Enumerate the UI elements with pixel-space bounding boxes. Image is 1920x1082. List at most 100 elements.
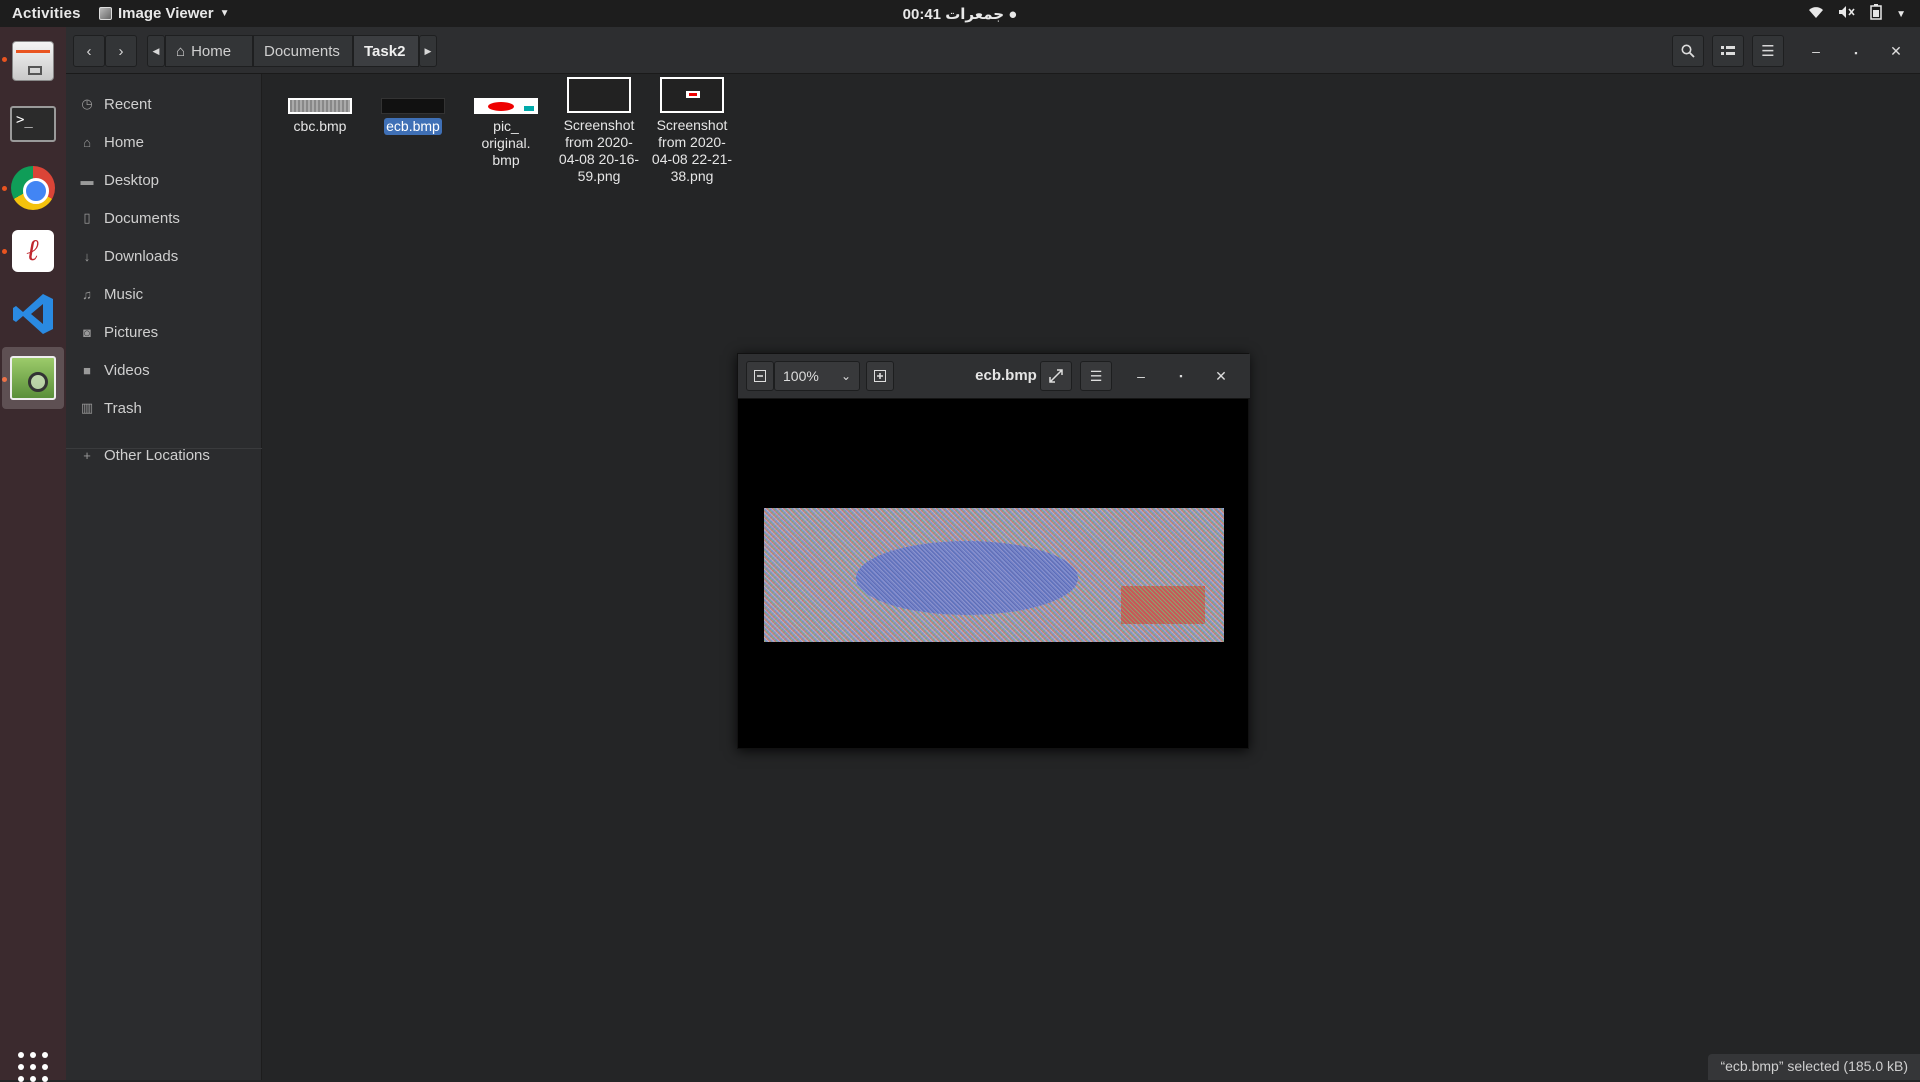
file-name: ecb.bmp: [384, 118, 442, 135]
file-thumbnail: [474, 98, 538, 114]
forward-button[interactable]: ›: [105, 35, 137, 67]
sidebar-item-label: Other Locations: [104, 446, 210, 464]
dock-text-editor[interactable]: ℓ: [2, 220, 64, 282]
breadcrumb-documents-label: Documents: [264, 42, 340, 60]
sidebar-item-desktop[interactable]: ▬ Desktop: [66, 164, 262, 196]
sidebar-item-label: Documents: [104, 209, 180, 227]
vscode-icon: [13, 294, 53, 334]
dock-terminal[interactable]: >_: [2, 93, 64, 155]
dock-chrome[interactable]: [2, 157, 64, 219]
sidebar-item-label: Trash: [104, 399, 142, 417]
file-item-pic-original[interactable]: pic_ original. bmp: [461, 92, 551, 169]
search-button[interactable]: [1672, 35, 1704, 67]
hamburger-icon: ☰: [1089, 367, 1103, 384]
sidebar-item-pictures[interactable]: ◙ Pictures: [66, 316, 262, 348]
file-name: Screenshot from 2020- 04-08 22-21- 38.pn…: [651, 117, 733, 184]
file-item-screenshot-1[interactable]: Screenshot from 2020- 04-08 20-16- 59.pn…: [554, 77, 644, 185]
plus-icon: +: [83, 447, 91, 463]
sidebar-item-music[interactable]: ♫ Music: [66, 278, 262, 310]
file-item-cbc[interactable]: cbc.bmp: [275, 92, 365, 135]
zoom-level-dropdown[interactable]: 100% ⌄: [774, 361, 860, 391]
dock: >_ ℓ: [0, 27, 66, 1082]
close-icon: ✕: [1215, 367, 1227, 384]
battery-icon: [1870, 4, 1882, 24]
document-icon: ▯: [83, 210, 91, 225]
chrome-icon: [11, 166, 55, 210]
top-panel: Activities Image Viewer ▼ 00:41 جمعرات ●…: [0, 0, 1920, 27]
sidebar-item-documents[interactable]: ▯ Documents: [66, 202, 262, 234]
sidebar-item-label: Music: [104, 285, 144, 303]
list-view-icon: [1721, 46, 1735, 55]
breadcrumb-documents[interactable]: Documents: [253, 35, 353, 67]
breadcrumb-right-button[interactable]: ▶: [419, 35, 437, 67]
sidebar-item-videos[interactable]: ■ Videos: [66, 354, 262, 386]
sidebar-item-recent[interactable]: ◷ Recent: [66, 88, 262, 120]
show-applications-grid-icon[interactable]: [18, 1052, 48, 1082]
maximize-icon: ▪: [1854, 48, 1858, 58]
home-icon: ⌂: [176, 42, 186, 60]
minimize-icon: –: [1137, 368, 1145, 384]
dock-files[interactable]: [2, 30, 64, 92]
breadcrumb-task2-label: Task2: [364, 42, 406, 60]
camera-icon: ◙: [83, 324, 91, 340]
zoom-in-button[interactable]: [866, 361, 894, 391]
breadcrumb-left-button[interactable]: ◀: [147, 35, 165, 67]
sidebar-item-label: Recent: [104, 95, 152, 113]
download-icon: ↓: [83, 248, 91, 264]
minimize-icon: –: [1812, 43, 1820, 59]
ecb-image-rectangle-pattern: [1121, 586, 1205, 624]
sidebar-item-label: Videos: [104, 361, 150, 379]
system-tray[interactable]: ▼: [1808, 4, 1906, 24]
close-button[interactable]: ✕: [1886, 41, 1906, 61]
file-name: pic_ original. bmp: [481, 118, 531, 168]
clock[interactable]: 00:41 جمعرات ●: [0, 5, 1920, 23]
back-button[interactable]: ‹: [73, 35, 105, 67]
breadcrumb-task2[interactable]: Task2: [353, 35, 419, 67]
viewer-maximize-button[interactable]: ▪: [1170, 361, 1192, 391]
file-thumbnail: [660, 77, 724, 113]
volume-icon: [1838, 5, 1856, 23]
minimize-button[interactable]: –: [1806, 41, 1826, 61]
viewer-minimize-button[interactable]: –: [1130, 361, 1152, 391]
sidebar-item-downloads[interactable]: ↓ Downloads: [66, 240, 262, 272]
image-viewer-icon: [10, 356, 56, 400]
file-item-ecb[interactable]: ecb.bmp: [368, 92, 458, 135]
music-icon: ♫: [82, 286, 92, 302]
wifi-icon: [1808, 5, 1824, 23]
viewer-close-button[interactable]: ✕: [1210, 361, 1232, 391]
sidebar-item-home[interactable]: ⌂ Home: [66, 126, 262, 158]
close-icon: ✕: [1890, 43, 1902, 59]
dock-vscode[interactable]: [2, 283, 64, 345]
ecb-image-ellipse-pattern: [856, 541, 1078, 615]
sidebar-item-label: Downloads: [104, 247, 179, 265]
selection-status: “ecb.bmp” selected (185.0 kB): [1708, 1054, 1920, 1080]
places-sidebar: ◷ Recent ⌂ Home ▬ Desktop ▯ Documents ↓ …: [66, 74, 262, 1080]
breadcrumb-home[interactable]: ⌂ Home: [165, 35, 253, 67]
sidebar-item-other-locations[interactable]: + Other Locations: [66, 439, 262, 471]
image-canvas[interactable]: [738, 400, 1248, 748]
image-viewer-headerbar: 100% ⌄ ecb.bmp ☰ – ▪ ✕: [738, 354, 1250, 399]
maximize-icon: ▪: [1179, 371, 1183, 381]
chevron-down-icon: ⌄: [840, 369, 851, 383]
file-manager-headerbar: ‹ › ◀ ⌂ Home Documents Task2 ▶ ☰ – ▪ ✕: [66, 27, 1920, 74]
file-thumbnail: [567, 77, 631, 113]
sidebar-item-trash[interactable]: ▥ Trash: [66, 392, 262, 424]
clock-icon: ◷: [81, 96, 93, 111]
menu-button[interactable]: ☰: [1752, 35, 1784, 67]
fullscreen-button[interactable]: [1040, 361, 1072, 391]
file-name: Screenshot from 2020- 04-08 20-16- 59.pn…: [558, 117, 640, 184]
text-editor-icon: ℓ: [12, 230, 54, 272]
file-name: cbc.bmp: [293, 118, 347, 134]
dock-image-viewer[interactable]: [2, 347, 64, 409]
trash-icon: ▥: [80, 400, 94, 415]
file-thumbnail: [288, 98, 352, 114]
file-item-screenshot-2[interactable]: Screenshot from 2020- 04-08 22-21- 38.pn…: [647, 77, 737, 185]
view-toggle-button[interactable]: [1712, 35, 1744, 67]
arrow-left-icon: ◀: [152, 45, 160, 56]
terminal-icon: >_: [10, 106, 56, 142]
viewer-menu-button[interactable]: ☰: [1080, 361, 1112, 391]
ecb-encrypted-image: [764, 508, 1224, 642]
breadcrumb-home-label: Home: [191, 42, 232, 60]
maximize-button[interactable]: ▪: [1846, 41, 1866, 61]
zoom-out-button[interactable]: [746, 361, 774, 391]
